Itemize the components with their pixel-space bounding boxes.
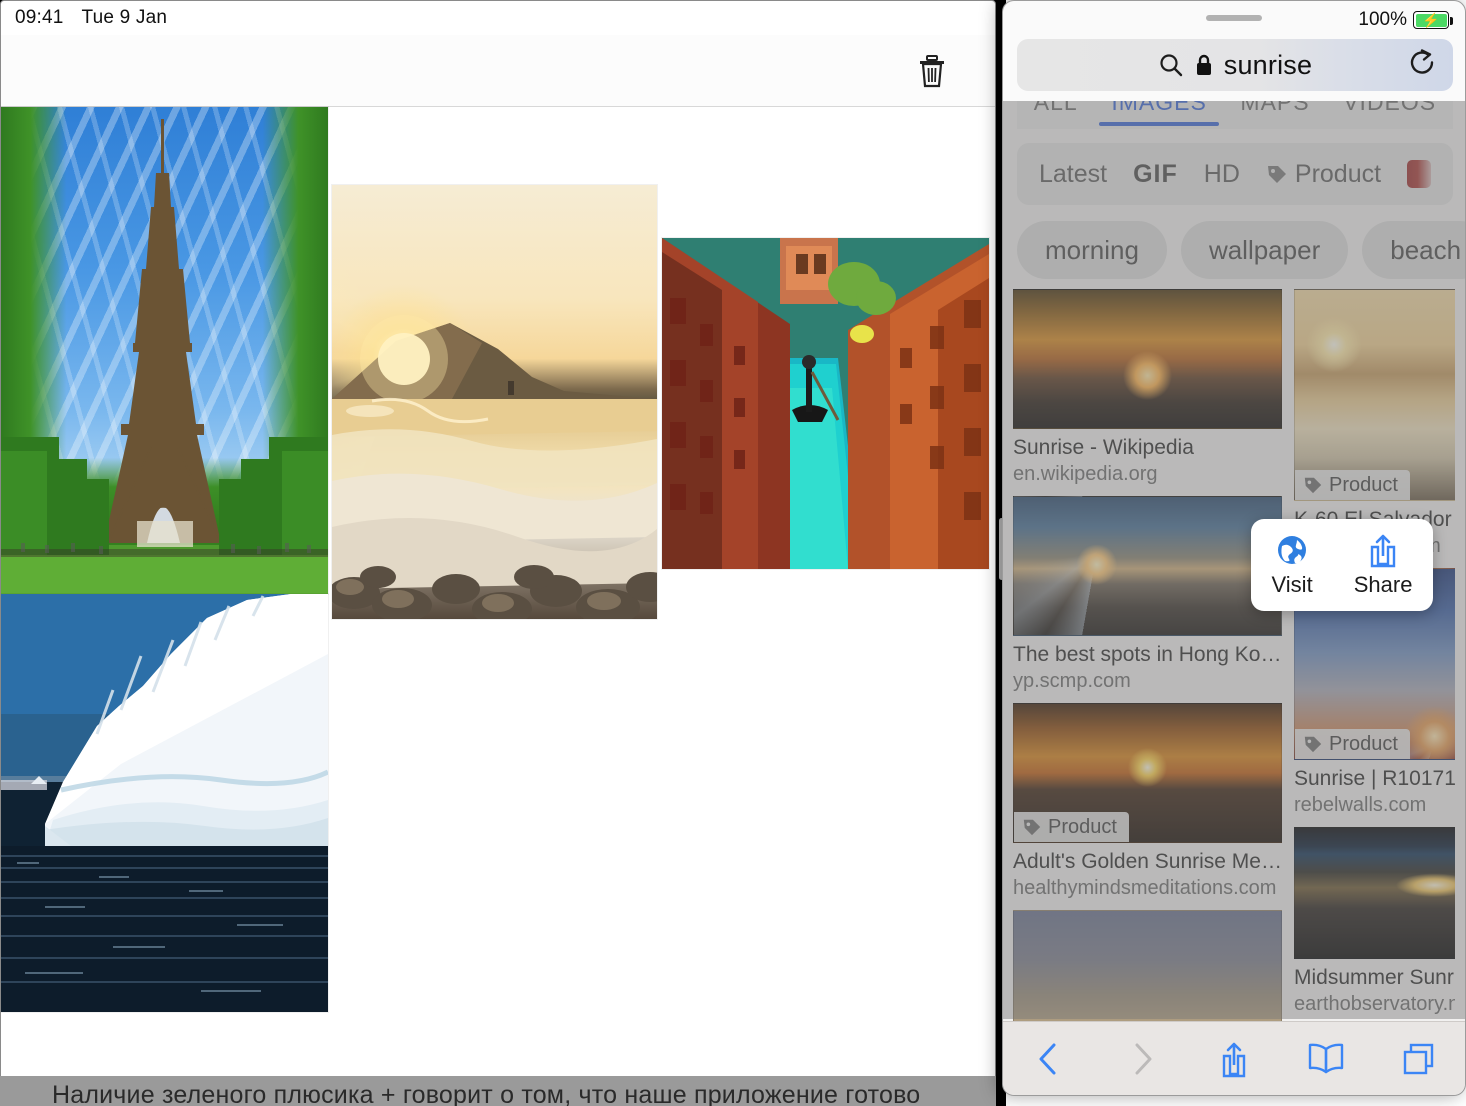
filter-latest[interactable]: Latest: [1039, 160, 1107, 189]
chevron-right-icon: [1135, 1043, 1152, 1074]
address-bar-value: sunrise: [1223, 49, 1313, 80]
tabs-button[interactable]: [1391, 1031, 1447, 1087]
result-card[interactable]: Midsummer Sunrise, Gulf o… earthobservat…: [1293, 827, 1455, 1016]
tag-icon: [1304, 477, 1322, 494]
result-card[interactable]: [1013, 910, 1282, 1025]
forward-button[interactable]: [1114, 1031, 1170, 1087]
result-host: en.wikipedia.org: [1013, 463, 1158, 485]
results-column-right: Product K-60 El Salvador sunrise P… john…: [1293, 289, 1455, 1025]
result-title: Adult's Golden Sunrise Me…: [1013, 850, 1282, 873]
result-thumbnail[interactable]: [1013, 496, 1282, 636]
photos-app-pane: 09:41 Tue 9 Jan: [0, 0, 996, 1094]
safari-bottom-toolbar: [1003, 1021, 1465, 1095]
result-host: earthobservatory.nasa.gov: [1293, 993, 1455, 1015]
filter-hd[interactable]: HD: [1204, 160, 1240, 189]
share-icon: [1370, 534, 1396, 568]
tabs-icon: [1403, 1043, 1433, 1074]
share-icon: [1222, 1042, 1246, 1077]
share-button[interactable]: [1206, 1031, 1262, 1087]
result-host: rebelwalls.com: [1293, 794, 1427, 816]
context-menu-visit[interactable]: Visit: [1272, 532, 1313, 598]
result-thumbnail[interactable]: [1013, 910, 1282, 1025]
results-column-left: Sunrise - Wikipedia en.wikipedia.org The…: [1013, 289, 1282, 1025]
bookmarks-button[interactable]: [1298, 1031, 1354, 1087]
app-toolbar: [1, 35, 995, 107]
context-menu-share-label: Share: [1353, 572, 1413, 597]
product-badge: Product: [1294, 470, 1410, 500]
photo-venice-canal[interactable]: [662, 238, 989, 569]
trash-icon[interactable]: [911, 47, 953, 95]
tag-icon: [1304, 736, 1322, 753]
result-host: yp.scmp.com: [1013, 670, 1131, 692]
back-button[interactable]: [1021, 1031, 1077, 1087]
photo-sunrise-beach[interactable]: [332, 185, 657, 619]
search-icon: [1160, 54, 1182, 77]
product-badge-label: Product: [1328, 473, 1398, 496]
book-icon: [1309, 1043, 1344, 1073]
result-title: The best spots in Hong Ko…: [1013, 643, 1282, 666]
context-menu-visit-label: Visit: [1271, 572, 1313, 597]
result-thumbnail[interactable]: [1293, 827, 1455, 959]
battery-icon: ⚡: [1413, 11, 1453, 29]
suggestion-chips: morning wallpaper beach beau: [1017, 219, 1465, 281]
product-badge: Product: [1014, 812, 1129, 842]
photo-iceberg[interactable]: [1, 594, 328, 1012]
charging-bolt-icon: ⚡: [1422, 12, 1440, 28]
filter-product-label: Product: [1294, 159, 1382, 188]
result-card[interactable]: The best spots in Hong Ko… yp.scmp.com: [1013, 496, 1282, 693]
status-bar: 09:41 Tue 9 Jan: [1, 1, 995, 35]
photo-eiffel-tower[interactable]: [1, 107, 328, 594]
safari-top-chrome: 100% ⚡ sunrise: [1003, 1, 1465, 101]
battery-status: 100% ⚡: [1358, 9, 1453, 31]
image-results-grid: Sunrise - Wikipedia en.wikipedia.org The…: [1013, 289, 1455, 1025]
result-card[interactable]: Product Adult's Golden Sunrise Me… healt…: [1013, 703, 1282, 900]
tag-icon: [1267, 166, 1286, 183]
color-filter-swatch[interactable]: [1407, 160, 1431, 188]
product-badge-label: Product: [1328, 732, 1398, 755]
result-title: Sunrise | R10171 | Rebel W…: [1293, 767, 1455, 790]
result-title: Sunrise - Wikipedia: [1013, 436, 1194, 459]
result-card[interactable]: Product K-60 El Salvador sunrise P… john…: [1293, 289, 1455, 558]
tag-icon: [1023, 819, 1041, 836]
status-time: 09:41: [15, 7, 64, 28]
battery-percent: 100%: [1358, 9, 1407, 30]
chevron-left-icon: [1039, 1043, 1056, 1074]
filter-gif[interactable]: GIF: [1133, 160, 1178, 189]
background-caption: Наличие зеленого плюсика + говорит о том…: [0, 1076, 1002, 1106]
photo-canvas: [1, 107, 995, 1093]
result-host: healthymindsmeditations.com: [1013, 877, 1277, 899]
product-badge: Product: [1294, 729, 1410, 759]
lock-icon: [1196, 54, 1211, 75]
filter-bar: Latest GIF HD Product: [1017, 143, 1453, 205]
globe-icon: [1278, 536, 1307, 564]
background-caption-text: Наличие зеленого плюсика + говорит о том…: [52, 1081, 921, 1106]
chip-beach[interactable]: beach: [1362, 221, 1465, 279]
result-title: Midsummer Sunrise, Gulf o…: [1293, 966, 1455, 989]
status-date: Tue 9 Jan: [81, 7, 168, 28]
result-thumbnail[interactable]: Product: [1293, 289, 1455, 501]
reload-icon[interactable]: [1407, 48, 1437, 83]
result-thumbnail[interactable]: [1013, 289, 1282, 429]
safari-slide-over-pane: ALL IMAGES MAPS VIDEOS Latest GIF HD Pro…: [1002, 0, 1466, 1096]
slide-over-grabber[interactable]: [1206, 15, 1262, 21]
image-context-menu: Visit Share: [1251, 519, 1433, 611]
screen: s б e ✓ ✓ ✓ ✓ 09:41 Tue 9 Jan: [0, 0, 1466, 1106]
address-bar[interactable]: sunrise: [1017, 39, 1453, 91]
context-menu-share[interactable]: Share: [1353, 532, 1413, 598]
result-card[interactable]: Sunrise - Wikipedia en.wikipedia.org: [1013, 289, 1282, 486]
result-thumbnail[interactable]: Product: [1013, 703, 1282, 843]
product-badge-label: Product: [1048, 815, 1117, 838]
chip-wallpaper[interactable]: wallpaper: [1180, 221, 1349, 279]
filter-product[interactable]: Product: [1266, 160, 1381, 189]
chip-morning[interactable]: morning: [1017, 221, 1167, 279]
